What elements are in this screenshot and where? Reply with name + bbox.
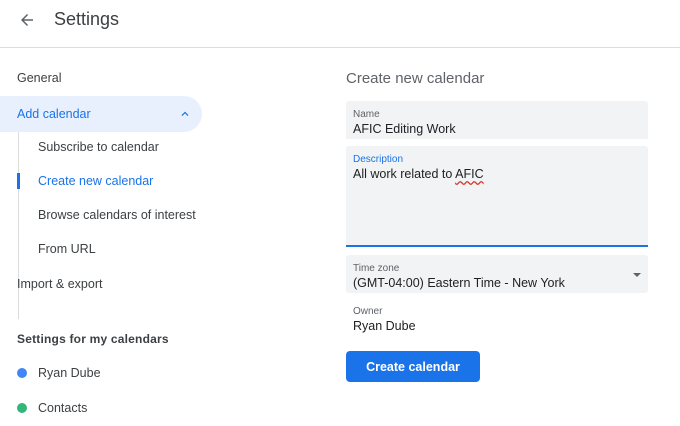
form-title: Create new calendar [346,70,485,87]
name-label: Name [353,109,380,120]
active-indicator [17,173,20,189]
calendar-color-dot [17,368,27,378]
chevron-up-icon [181,111,189,116]
create-calendar-form: Create new calendar Name AFIC Editing Wo… [346,48,648,426]
sidebar-item-import-export[interactable]: Import & export [17,277,102,291]
sidebar-item-create-new-calendar[interactable]: Create new calendar [38,174,153,188]
description-text: All work related to [353,167,456,181]
sidebar-item-from-url[interactable]: From URL [38,242,96,256]
arrow-back-icon [21,14,33,26]
calendar-color-dot [17,403,27,413]
sidebar-item-calendar-contacts[interactable]: Contacts [17,399,87,417]
sidebar-item-general[interactable]: General [17,71,61,85]
sidebar-item-add-calendar[interactable]: Add calendar [0,96,202,132]
sidebar-item-subscribe-to-calendar[interactable]: Subscribe to calendar [38,140,159,154]
app-header: Settings [0,0,680,48]
timezone-label: Time zone [353,263,400,274]
page-title: Settings [54,9,120,29]
settings-sidebar: General Add calendar Subscribe to calend… [0,48,260,426]
owner-value: Ryan Dube [353,319,416,333]
back-button[interactable] [10,6,44,34]
calendar-name: Contacts [38,401,88,415]
name-field[interactable]: Name AFIC Editing Work [346,101,648,139]
description-label: Description [353,154,404,165]
calendar-name: Ryan Dube [38,366,101,380]
create-calendar-button[interactable]: Create calendar [346,351,480,382]
dropdown-arrow-icon [633,273,641,277]
sidebar-item-browse-calendars[interactable]: Browse calendars of interest [38,208,196,222]
sidebar-item-label: Add calendar [17,107,91,121]
sidebar-item-calendar-ryan-dube[interactable]: Ryan Dube [17,364,101,382]
misspelled-word: AFIC [455,167,484,181]
timezone-select[interactable]: Time zone (GMT-04:00) Eastern Time - New… [346,255,648,293]
description-field[interactable]: Description All work related to AFIC [346,146,648,247]
description-textarea[interactable]: All work related to AFIC [353,167,484,181]
owner-label: Owner [353,306,383,317]
name-input[interactable]: AFIC Editing Work [353,122,456,136]
my-calendars-heading: Settings for my calendars [17,332,169,346]
timezone-value: (GMT-04:00) Eastern Time - New York [353,276,565,290]
